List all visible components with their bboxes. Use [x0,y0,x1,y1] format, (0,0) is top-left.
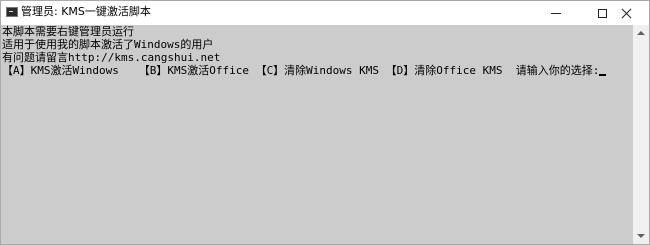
console-output[interactable]: 本脚本需要右键管理员运行 适用于使用我的脚本激活了Windows的用户 有问题请… [1,25,633,244]
arrow-up-icon [637,31,645,35]
scroll-track[interactable] [633,41,649,228]
title-bar[interactable]: 管理员: KMS一键激活脚本 [1,1,649,25]
arrow-down-icon [637,234,645,238]
vertical-scrollbar[interactable] [633,25,649,244]
window-title: 管理员: KMS一键激活脚本 [21,5,151,18]
console-icon [6,7,18,17]
text-cursor [599,74,607,76]
console-prompt: 【A】KMS激活Windows 【B】KMS激活Office 【C】清除Wind… [2,64,600,77]
console-window: 管理员: KMS一键激活脚本 本脚本需要右键管理员运行 适用于使用我的脚本激活了… [0,0,650,245]
console-prompt-line: 【A】KMS激活Windows 【B】KMS激活Office 【C】清除Wind… [2,64,607,77]
scroll-down-button[interactable] [633,228,649,244]
minimize-icon [551,12,561,14]
console-line: 本脚本需要右键管理员运行 [2,25,134,38]
close-icon [621,8,632,19]
close-button[interactable] [603,1,649,25]
console-line: 有问题请留言http://kms.cangshui.net [2,51,221,64]
minimize-button[interactable] [533,1,579,25]
scroll-up-button[interactable] [633,25,649,41]
console-line: 适用于使用我的脚本激活了Windows的用户 [2,38,214,51]
